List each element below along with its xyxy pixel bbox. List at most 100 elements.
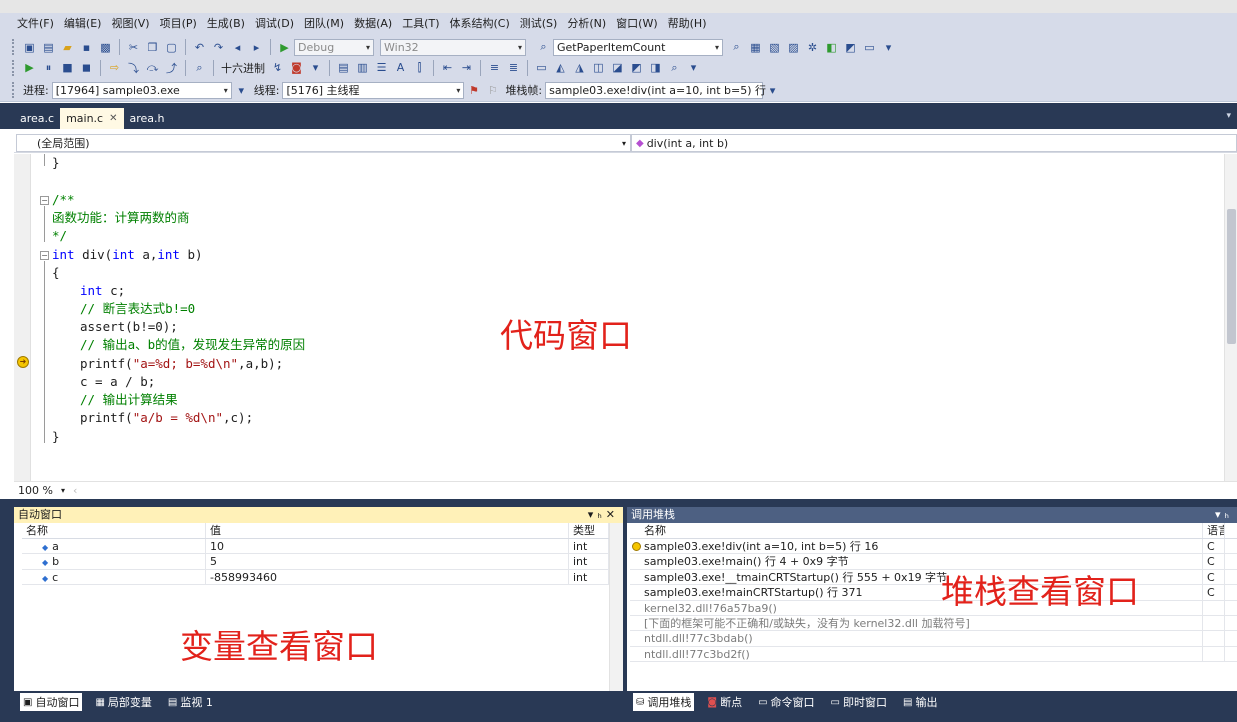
break-all-icon[interactable]: ⏸	[40, 59, 57, 76]
show-next-statement-icon[interactable]: ⇨	[106, 59, 123, 76]
new-project-icon[interactable]: ▣	[21, 39, 38, 56]
tab-overflow-icon[interactable]: ▾	[1226, 111, 1231, 121]
tab-main-c[interactable]: main.c ✕	[60, 108, 124, 129]
table-row[interactable]: sample03.exe!mainCRTStartup() 行 371 C	[630, 585, 1237, 601]
open-file-icon[interactable]: ▰	[59, 39, 76, 56]
start-page-icon[interactable]: ◧	[823, 39, 840, 56]
table-row[interactable]: kernel32.dll!76a57ba9()	[630, 600, 1237, 616]
find-icon[interactable]: ⌕	[728, 39, 745, 56]
tab-watch-1[interactable]: ▤ 监视 1	[165, 693, 216, 711]
tab-output[interactable]: ▤ 输出	[900, 693, 940, 711]
member-dropdown[interactable]: ◆ div(int a, int b)	[631, 134, 1237, 152]
solution-config-select[interactable]: Debug ▾	[294, 38, 374, 56]
find-in-files-icon[interactable]: ⌕	[535, 39, 552, 56]
pin-icon[interactable]: ₕ	[597, 508, 605, 521]
toolbar-grip[interactable]	[12, 39, 16, 55]
column-language[interactable]: 语言	[1203, 523, 1225, 538]
scope-dropdown[interactable]: (全局范围) ▾	[16, 134, 631, 152]
close-icon[interactable]: ✕	[606, 508, 619, 521]
step-into-icon[interactable]: ⤵	[125, 59, 142, 76]
find-results-icon[interactable]: ⌕	[666, 59, 683, 76]
continue-icon[interactable]: ▶	[21, 59, 38, 76]
quick-watch-icon[interactable]: ⌕	[191, 59, 208, 76]
menu-edit[interactable]: 编辑(E)	[59, 14, 107, 34]
menu-window[interactable]: 窗口(W)	[611, 14, 662, 34]
quick-info-icon[interactable]: ⫿	[411, 59, 428, 76]
column-type[interactable]: 类型	[569, 523, 609, 538]
tab-immediate-window[interactable]: ▭ 即时窗口	[828, 693, 890, 711]
window-menu-icon[interactable]: ▾	[588, 508, 598, 521]
stop-debugging-icon[interactable]: ■	[59, 59, 76, 76]
flag-thread-icon[interactable]: ⚑	[465, 82, 482, 99]
collapse-icon[interactable]: −	[40, 196, 49, 205]
unflag-thread-icon[interactable]: ⚐	[484, 82, 501, 99]
column-value[interactable]: 值	[206, 523, 569, 538]
thread-select[interactable]: [5176] 主线程 ▾	[282, 81, 465, 99]
restart-icon[interactable]: ◼	[78, 59, 95, 76]
scrollbar-thumb[interactable]	[1227, 209, 1236, 344]
collapse-icon[interactable]: −	[40, 251, 49, 260]
tab-call-stack[interactable]: ⛁ 调用堆栈	[633, 693, 695, 711]
comment-icon[interactable]: ▤	[335, 59, 352, 76]
tab-area-h[interactable]: area.h	[124, 108, 171, 129]
table-row[interactable]: sample03.exe!main() 行 4 + 0x9 字节 C	[630, 554, 1237, 570]
tab-command-window[interactable]: ▭ 命令窗口	[755, 693, 817, 711]
hex-display-button[interactable]: 十六进制	[221, 60, 265, 76]
cut-icon[interactable]: ✂	[125, 39, 142, 56]
toolbar-options-icon[interactable]: ▾	[764, 82, 781, 99]
solution-explorer-icon[interactable]: ▦	[747, 39, 764, 56]
paste-icon[interactable]: ▢	[163, 39, 180, 56]
table-row[interactable]: ◆ b 5 int	[22, 554, 623, 570]
editor-vertical-scrollbar[interactable]	[1224, 154, 1237, 481]
tab-breakpoints[interactable]: ◙ 断点	[704, 693, 745, 711]
copy-icon[interactable]: ❐	[144, 39, 161, 56]
clear-bookmarks-icon[interactable]: ◩	[628, 59, 645, 76]
uncomment-lines-icon[interactable]: ≣	[505, 59, 522, 76]
tab-area-c[interactable]: area.c	[14, 108, 60, 129]
bookmark-icon[interactable]: ▭	[533, 59, 550, 76]
navigate-back-icon[interactable]: ◂	[229, 39, 246, 56]
menu-test[interactable]: 测试(S)	[515, 14, 563, 34]
toolbar-grip[interactable]	[12, 82, 16, 98]
menu-build[interactable]: 生成(B)	[202, 14, 250, 34]
comment-out-icon[interactable]: ≡	[486, 59, 503, 76]
save-all-icon[interactable]: ▩	[97, 39, 114, 56]
command-window-icon[interactable]: ▭	[861, 39, 878, 56]
table-row[interactable]: ntdll.dll!77c3bdab()	[630, 631, 1237, 647]
menu-analyze[interactable]: 分析(N)	[562, 14, 611, 34]
step-over-icon[interactable]: ⤼	[144, 59, 161, 76]
next-bookmark-icon[interactable]: ◮	[571, 59, 588, 76]
save-icon[interactable]: ▪	[78, 39, 95, 56]
menu-debug[interactable]: 调试(D)	[250, 14, 299, 34]
hex-toggle-icon[interactable]: ↯	[269, 59, 286, 76]
redo-icon[interactable]: ↷	[210, 39, 227, 56]
toolbar-grip[interactable]	[12, 59, 16, 76]
pin-icon[interactable]: ₕ	[1225, 508, 1233, 521]
column-name[interactable]: 名称	[22, 523, 206, 538]
output-icon[interactable]: ◨	[647, 59, 664, 76]
table-row[interactable]: ◆ a 10 int	[22, 539, 623, 555]
menu-help[interactable]: 帮助(H)	[663, 14, 712, 34]
add-item-icon[interactable]: ▤	[40, 39, 57, 56]
tab-locals[interactable]: ▦ 局部变量	[92, 693, 154, 711]
menu-tools[interactable]: 工具(T)	[397, 14, 444, 34]
stack-frame-select[interactable]: sample03.exe!div(int a=10, int b=5) 行 ▾	[545, 81, 774, 99]
table-row[interactable]: sample03.exe!__tmainCRTStartup() 行 555 +…	[630, 569, 1237, 586]
find-combo[interactable]: GetPaperItemCount ▾	[553, 38, 723, 56]
next-bookmark-folder-icon[interactable]: ◪	[609, 59, 626, 76]
toolbar-options-icon[interactable]: ▾	[307, 59, 324, 76]
menu-file[interactable]: 文件(F)	[12, 14, 59, 34]
code-editor[interactable]: ➜ − − } /** 函数功能：计算两数的商 */ int div(int a…	[14, 154, 1237, 481]
object-browser-icon[interactable]: ▨	[785, 39, 802, 56]
tab-autos[interactable]: ▣ 自动窗口	[20, 693, 83, 711]
table-row[interactable]: sample03.exe!div(int a=10, int b=5) 行 16…	[630, 539, 1237, 555]
zoom-level[interactable]: 100 %	[18, 484, 53, 497]
navigate-forward-icon[interactable]: ▸	[248, 39, 265, 56]
step-out-icon[interactable]: ⤴	[163, 59, 180, 76]
table-row[interactable]: ntdll.dll!77c3bd2f()	[630, 646, 1237, 663]
toolbox-icon[interactable]: ✲	[804, 39, 821, 56]
menu-project[interactable]: 项目(P)	[155, 14, 202, 34]
scroll-left-icon[interactable]: ‹	[73, 484, 77, 497]
start-debugging-icon[interactable]: ▶	[276, 39, 293, 56]
properties-icon[interactable]: ▧	[766, 39, 783, 56]
